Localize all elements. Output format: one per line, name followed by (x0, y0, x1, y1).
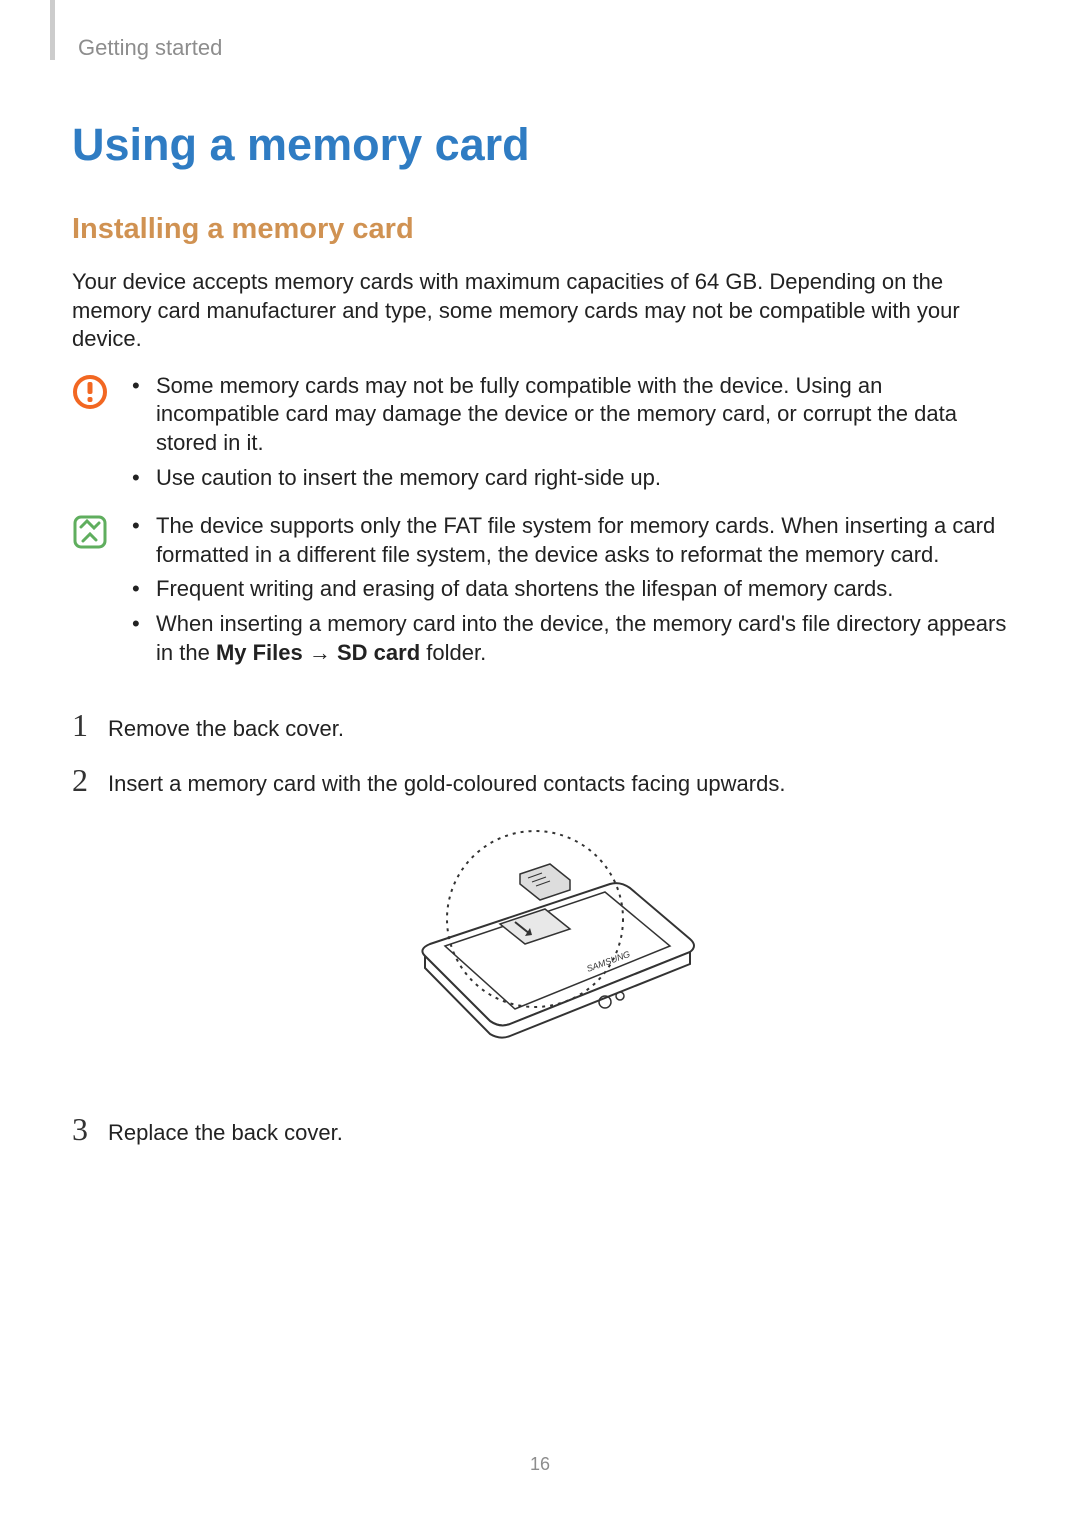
note-text-part: folder. (420, 640, 486, 665)
note-block: • The device supports only the FAT file … (72, 512, 1008, 673)
intro-paragraph: Your device accepts memory cards with ma… (72, 268, 1008, 354)
step-text: Remove the back cover. (108, 711, 1008, 744)
note-bold: My Files (216, 640, 303, 665)
step-number: 3 (72, 1113, 108, 1145)
step-3: 3 Replace the back cover. (72, 1113, 1008, 1148)
note-icon (72, 512, 132, 555)
note-item: • The device supports only the FAT file … (132, 512, 1008, 569)
step-2: 2 Insert a memory card with the gold-col… (72, 764, 1008, 799)
header-mark (50, 0, 55, 60)
caution-block: • Some memory cards may not be fully com… (72, 372, 1008, 498)
section-title: Installing a memory card (72, 213, 1008, 246)
step-text: Insert a memory card with the gold-colou… (108, 766, 1008, 799)
step-number: 2 (72, 764, 108, 796)
caution-text: Use caution to insert the memory card ri… (156, 464, 1008, 493)
breadcrumb: Getting started (78, 35, 1008, 61)
caution-item: • Use caution to insert the memory card … (132, 464, 1008, 493)
note-item: • Frequent writing and erasing of data s… (132, 575, 1008, 604)
note-arrow: → (303, 640, 337, 665)
note-text: The device supports only the FAT file sy… (156, 512, 1008, 569)
note-text: When inserting a memory card into the de… (156, 610, 1008, 667)
caution-text: Some memory cards may not be fully compa… (156, 372, 1008, 458)
caution-item: • Some memory cards may not be fully com… (132, 372, 1008, 458)
page-title: Using a memory card (72, 119, 1008, 171)
page-number: 16 (0, 1454, 1080, 1475)
note-item: • When inserting a memory card into the … (132, 610, 1008, 667)
caution-icon (72, 372, 132, 415)
memory-card-illustration: SAMSUNG (72, 824, 1008, 1079)
note-text: Frequent writing and erasing of data sho… (156, 575, 1008, 604)
step-text: Replace the back cover. (108, 1115, 1008, 1148)
step-1: 1 Remove the back cover. (72, 709, 1008, 744)
step-number: 1 (72, 709, 108, 741)
note-bold: SD card (337, 640, 420, 665)
